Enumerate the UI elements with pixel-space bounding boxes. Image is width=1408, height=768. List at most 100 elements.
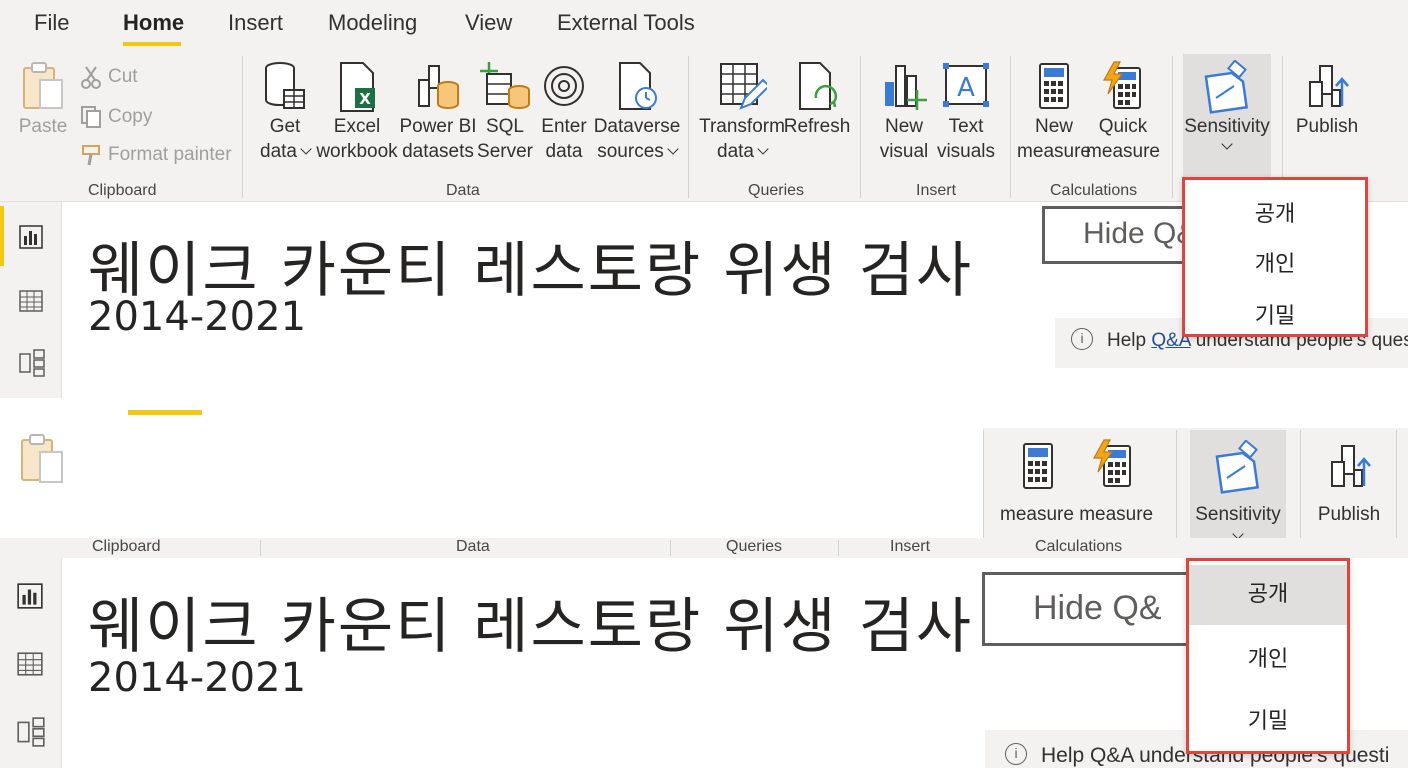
tab-insert[interactable]: Insert [228, 10, 283, 36]
quick-measure-icon[interactable] [1090, 438, 1136, 492]
ribbon-tabs: File Home Insert Modeling View External … [0, 0, 1408, 46]
cut-label: Cut [108, 66, 138, 87]
sensitivity-button[interactable]: Sensitivity [1190, 440, 1286, 542]
transform-data-icon [720, 63, 767, 110]
sql-server-button[interactable]: SQL Server [476, 60, 534, 165]
paste-button[interactable]: Paste [18, 60, 68, 140]
enter-data-button[interactable]: Enter data [538, 60, 590, 165]
info-icon: i [1005, 743, 1027, 766]
divider [860, 56, 861, 198]
refresh-button[interactable]: Refresh [784, 60, 850, 140]
group-label-bar: Clipboard Data Queries Insert Calculatio… [0, 538, 1408, 558]
tab-external-tools[interactable]: External Tools [557, 10, 695, 36]
quick-measure-label-1: Quick [1098, 116, 1148, 137]
sensitivity-option-public[interactable]: 공개 [1189, 565, 1347, 625]
tab-modeling[interactable]: Modeling [328, 10, 417, 36]
get-data-label-1: Get [269, 116, 301, 137]
divider [260, 540, 261, 556]
report-view-icon[interactable] [18, 224, 44, 250]
scissors-icon [81, 66, 101, 89]
tab-file[interactable]: File [34, 10, 69, 36]
text-visuals-button[interactable]: A Text visuals [936, 60, 996, 165]
publish-label: Publish [1317, 504, 1381, 525]
divider [670, 540, 671, 556]
insert-group-label: Insert [890, 538, 931, 555]
measure-labels: measure measure [1000, 504, 1154, 525]
chevron-down-icon [300, 143, 312, 155]
publish-label: Publish [1295, 116, 1359, 137]
table-view-icon[interactable] [18, 288, 44, 314]
sensitivity-text: Sensitivity [1195, 504, 1281, 525]
model-view-icon[interactable] [16, 716, 46, 748]
sensitivity-option-confidential[interactable]: 기밀 [1189, 703, 1347, 735]
database-icon [265, 62, 305, 109]
paste-label: Paste [18, 116, 68, 137]
sql-server-icon [480, 62, 530, 110]
svg-text:A: A [957, 73, 975, 103]
queries-group-label: Queries [748, 182, 805, 199]
text-visuals-label-2: visuals [936, 141, 996, 162]
sensitivity-option-private[interactable]: 개인 [1185, 246, 1365, 278]
view-switcher [0, 202, 62, 398]
text-box-icon: A [943, 63, 989, 107]
report-view-icon[interactable] [16, 582, 44, 610]
insert-group-label: Insert [916, 182, 957, 199]
new-measure-button[interactable]: New measure [1017, 60, 1091, 165]
paintbrush-icon [82, 145, 100, 166]
calculations-group-label: Calculations [1050, 182, 1138, 199]
clipboard-icon [21, 434, 63, 483]
hide-qa-label: Hide Q& [1033, 589, 1162, 627]
copy-button[interactable]: Copy [80, 104, 152, 130]
divider [838, 540, 839, 556]
get-data-button[interactable]: Get data [256, 60, 314, 165]
chevron-down-icon [667, 143, 679, 155]
sensitivity-option-confidential[interactable]: 기밀 [1185, 298, 1365, 330]
excel-icon: X [340, 62, 375, 112]
table-view-icon[interactable] [16, 650, 44, 678]
powerbi-label-1: Power BI [399, 116, 477, 137]
dataverse-icon [619, 62, 657, 110]
qa-link[interactable]: Q&A [1090, 744, 1133, 767]
calculator-icon[interactable] [1018, 440, 1058, 494]
sensitivity-dropdown: 공개 개인 기밀 [1186, 558, 1350, 754]
clipboard-group-label: Clipboard [92, 538, 161, 555]
clipboard-group-label: Clipboard [88, 182, 157, 199]
dataverse-label-1: Dataverse [593, 116, 681, 137]
calculator-icon [1039, 63, 1069, 109]
sensitivity-option-private[interactable]: 개인 [1189, 641, 1347, 673]
sensitivity-button[interactable]: Sensitivity [1183, 60, 1271, 152]
tab-view[interactable]: View [465, 10, 512, 36]
publish-button[interactable]: Publish [1310, 440, 1388, 528]
quick-measure-button[interactable]: Quick measure [1086, 60, 1160, 165]
dataverse-label-2: sources [597, 141, 664, 162]
sensitivity-text: Sensitivity [1184, 116, 1270, 137]
sensitivity-option-public[interactable]: 공개 [1185, 196, 1365, 228]
clipboard-icon [23, 62, 63, 109]
dataverse-sources-button[interactable]: Dataverse sources [594, 60, 680, 165]
cut-button[interactable]: Cut [80, 64, 138, 90]
format-painter-button[interactable]: Format painter [80, 142, 232, 168]
new-visual-button[interactable]: New visual [876, 60, 932, 165]
active-view-indicator [0, 206, 4, 266]
publish-button[interactable]: Publish [1294, 60, 1360, 140]
hide-qa-label: Hide Q& [1083, 217, 1197, 250]
tab-home[interactable]: Home [123, 10, 184, 36]
enter-label-2: data [545, 141, 583, 162]
powerbi-datasets-button[interactable]: Power BI datasets [399, 60, 477, 165]
new-visual-icon [885, 65, 927, 110]
help-prefix: Help [1041, 744, 1091, 767]
queries-group-label: Queries [726, 538, 783, 555]
new-visual-label-1: New [884, 116, 923, 137]
sensitivity-label-icon [1215, 440, 1260, 494]
transform-data-button[interactable]: Transform data [699, 60, 785, 165]
copy-icon [81, 106, 101, 128]
publish-icon [1331, 445, 1371, 487]
publish-icon [1309, 65, 1349, 107]
excel-workbook-button[interactable]: X Excel workbook [316, 60, 398, 165]
sensitivity-dropdown: 공개 개인 기밀 [1182, 177, 1368, 337]
enter-data-icon [544, 66, 584, 106]
quick-measure-label-2: measure [1086, 141, 1160, 162]
excel-label-2: workbook [316, 141, 398, 162]
model-view-icon[interactable] [18, 348, 46, 378]
copy-label: Copy [108, 106, 153, 127]
